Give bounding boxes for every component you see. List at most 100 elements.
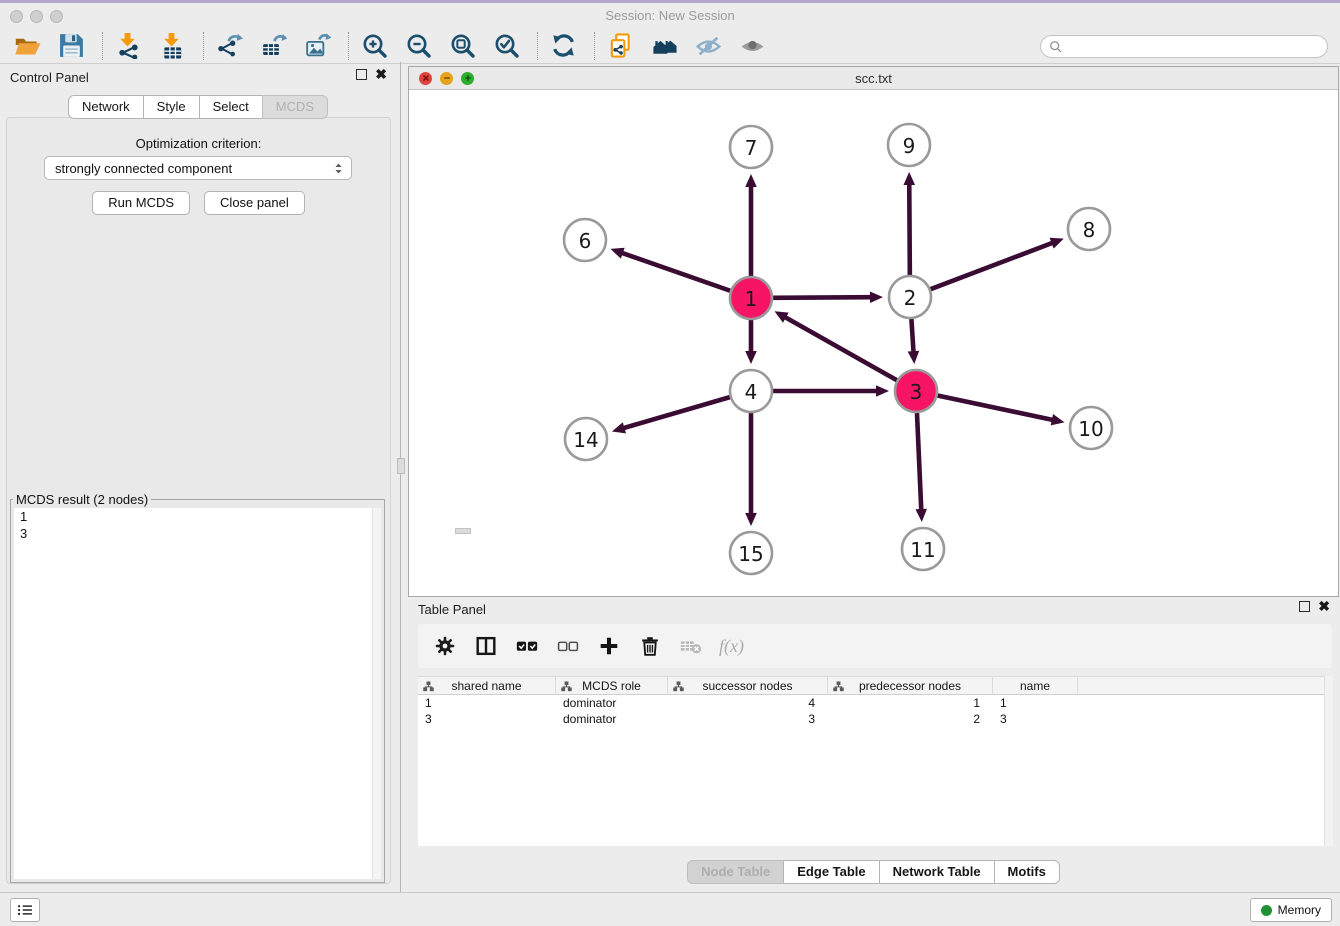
edge-4-3[interactable] (773, 385, 889, 397)
edge-3-1[interactable] (775, 311, 897, 380)
edge-3-11[interactable] (915, 413, 927, 522)
edge-1-4[interactable] (745, 320, 757, 364)
search-input[interactable] (1068, 40, 1319, 54)
zoom-in-button[interactable] (359, 31, 389, 61)
table-cell[interactable]: 1 (993, 695, 1078, 711)
column-visibility-button[interactable] (473, 633, 499, 659)
column-header-successor-nodes[interactable]: successor nodes (668, 677, 828, 694)
column-header-label: name (1020, 679, 1050, 693)
tab-edge-table[interactable]: Edge Table (783, 860, 879, 884)
graph-node-4[interactable]: 4 (730, 370, 772, 412)
edge-2-9[interactable] (903, 172, 915, 275)
function-builder-button[interactable]: f(x) (719, 636, 744, 657)
select-all-button[interactable] (514, 633, 540, 659)
graph-node-6[interactable]: 6 (564, 219, 606, 261)
zoom-selected-button[interactable] (491, 31, 521, 61)
network-canvas[interactable]: 7 9 6 8 1 2 4 3 14 10 15 11 (409, 90, 1338, 596)
table-row[interactable]: 1dominator411 (418, 695, 1332, 711)
svg-text:14: 14 (573, 428, 598, 452)
export-network-button[interactable] (214, 31, 244, 61)
export-table-button[interactable] (258, 31, 288, 61)
deselect-all-button[interactable] (555, 633, 581, 659)
graph-node-15[interactable]: 15 (730, 532, 772, 574)
session-title: Session: New Session (0, 8, 1340, 23)
edge-2-3[interactable] (908, 319, 920, 364)
float-panel-icon[interactable] (356, 69, 367, 80)
graph-node-3[interactable]: 3 (895, 370, 937, 412)
zoom-fit-button[interactable] (447, 31, 477, 61)
graph-node-8[interactable]: 8 (1068, 208, 1110, 250)
table-cell[interactable]: dominator (556, 695, 668, 711)
graph-node-7[interactable]: 7 (730, 126, 772, 168)
zoom-selected-icon (493, 32, 520, 59)
tab-motifs[interactable]: Motifs (994, 860, 1060, 884)
network-resize-handle[interactable] (455, 528, 471, 534)
import-network-button[interactable] (113, 31, 143, 61)
refresh-layout-button[interactable] (548, 31, 578, 61)
edge-2-8[interactable] (931, 238, 1064, 289)
table-cell[interactable]: dominator (556, 711, 668, 727)
graph-node-9[interactable]: 9 (888, 124, 930, 166)
edge-4-15[interactable] (745, 413, 757, 526)
graph-node-10[interactable]: 10 (1070, 407, 1112, 449)
table-cell[interactable]: 3 (993, 711, 1078, 727)
column-header-MCDS-role[interactable]: MCDS role (556, 677, 668, 694)
column-header-predecessor-nodes[interactable]: predecessor nodes (828, 677, 993, 694)
vertical-splitter[interactable] (397, 62, 408, 892)
table-settings-button[interactable] (432, 633, 458, 659)
float-table-panel-icon[interactable] (1299, 601, 1310, 612)
table-cell[interactable]: 1 (418, 695, 556, 711)
table-scrollbar[interactable] (1324, 676, 1333, 846)
criterion-select[interactable]: strongly connected component (44, 156, 352, 180)
column-header-name[interactable]: name (993, 677, 1078, 694)
tab-network-table[interactable]: Network Table (879, 860, 995, 884)
network-window-titlebar[interactable]: scc.txt (409, 67, 1338, 90)
result-scrollbar[interactable] (372, 508, 381, 879)
zoom-out-button[interactable] (403, 31, 433, 61)
edge-1-7[interactable] (745, 174, 757, 276)
add-column-button[interactable] (596, 633, 622, 659)
table-cell[interactable]: 3 (668, 711, 828, 727)
export-image-button[interactable] (302, 31, 332, 61)
delete-column-button[interactable] (637, 633, 663, 659)
run-mcds-button[interactable]: Run MCDS (92, 191, 190, 215)
tab-mcds[interactable]: MCDS (262, 95, 328, 119)
graph-node-2[interactable]: 2 (889, 276, 931, 318)
hide-items-icon (695, 32, 722, 59)
task-history-button[interactable] (10, 898, 40, 922)
search-box[interactable] (1040, 35, 1328, 58)
show-preview-button[interactable] (737, 31, 767, 61)
toolbar-separator (594, 32, 595, 60)
hide-items-button[interactable] (693, 31, 723, 61)
graph-node-1[interactable]: 1 (730, 277, 772, 319)
edge-1-6[interactable] (610, 248, 730, 291)
open-session-button[interactable] (12, 31, 42, 61)
save-session-button[interactable] (56, 31, 86, 61)
edge-3-10[interactable] (938, 396, 1065, 426)
delete-table-button[interactable] (678, 633, 704, 659)
refresh-layout-icon (550, 32, 577, 59)
mcds-result-box[interactable]: 13 (14, 508, 381, 879)
close-panel-button[interactable]: Close panel (204, 191, 305, 215)
import-table-button[interactable] (157, 31, 187, 61)
tab-node-table[interactable]: Node Table (687, 860, 784, 884)
edge-1-2[interactable] (773, 291, 883, 303)
tab-network[interactable]: Network (68, 95, 144, 119)
table-row[interactable]: 3dominator323 (418, 711, 1332, 727)
edge-4-14[interactable] (612, 397, 730, 433)
graph-node-14[interactable]: 14 (565, 418, 607, 460)
close-panel-icon[interactable]: ✖ (375, 69, 387, 80)
splitter-grip[interactable] (397, 458, 405, 474)
table-cell[interactable]: 1 (828, 695, 993, 711)
clone-network-button[interactable] (605, 31, 635, 61)
close-table-panel-icon[interactable]: ✖ (1318, 601, 1330, 612)
column-header-shared-name[interactable]: shared name (418, 677, 556, 694)
table-cell[interactable]: 4 (668, 695, 828, 711)
tab-select[interactable]: Select (199, 95, 263, 119)
memory-button[interactable]: Memory (1250, 898, 1332, 922)
table-cell[interactable]: 3 (418, 711, 556, 727)
home-view-button[interactable] (649, 31, 679, 61)
table-cell[interactable]: 2 (828, 711, 993, 727)
graph-node-11[interactable]: 11 (902, 528, 944, 570)
tab-style[interactable]: Style (143, 95, 200, 119)
